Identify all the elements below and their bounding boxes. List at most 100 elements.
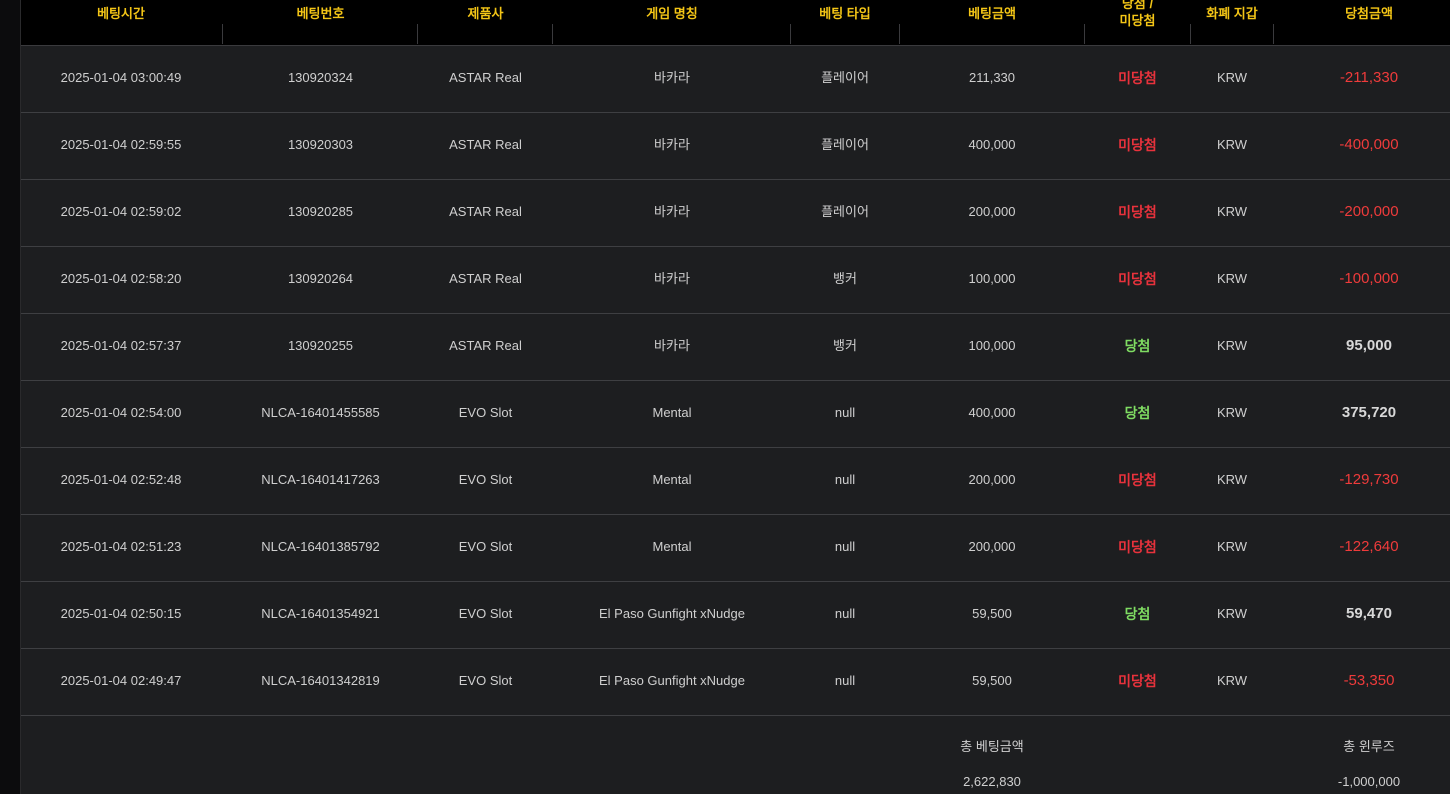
cell-result: 미당첨 <box>1118 271 1157 287</box>
cell-bet-type: 플레이어 <box>821 70 869 85</box>
cell-game-name: Mental <box>652 539 692 554</box>
header-bet-time[interactable]: 베팅시간 <box>21 0 221 45</box>
cell-game-name: 바카라 <box>654 204 690 219</box>
table-header: 베팅시간 베팅번호 제품사 게임 명칭 베팅 타입 베팅금액 당첨 / 미당첨 <box>21 0 1450 46</box>
cell-result: 미당첨 <box>1118 673 1157 689</box>
header-result-label: 당첨 / 미당첨 <box>1085 0 1190 29</box>
header-bet-no[interactable]: 베팅번호 <box>223 0 418 45</box>
cell-bet-type: null <box>834 673 856 688</box>
cell-result: 당첨 <box>1124 338 1151 354</box>
cell-bet-amount: 211,330 <box>968 70 1016 85</box>
cell-game-name: 바카라 <box>654 70 690 85</box>
header-bet-time-label: 베팅시간 <box>97 6 145 21</box>
cell-bet-time: 2025-01-04 02:54:00 <box>60 405 182 420</box>
header-bet-type-label: 베팅 타입 <box>819 6 871 21</box>
cell-bet-no: 130920264 <box>287 271 354 286</box>
cell-result: 당첨 <box>1124 606 1151 622</box>
header-win-amount-label: 당첨금액 <box>1345 6 1393 21</box>
cell-bet-type: 플레이어 <box>821 204 869 219</box>
header-vendor[interactable]: 제품사 <box>418 0 553 45</box>
cell-game-name: El Paso Gunfight xNudge <box>599 673 745 688</box>
cell-bet-amount: 200,000 <box>968 539 1016 554</box>
cell-vendor: ASTAR Real <box>449 271 522 286</box>
total-winloss-label: 총 윈루즈 <box>1343 739 1395 754</box>
header-result-line1: 당첨 / <box>1121 0 1154 11</box>
cell-vendor: ASTAR Real <box>449 137 522 152</box>
cell-vendor: EVO Slot <box>458 405 513 420</box>
header-bet-no-label: 베팅번호 <box>296 6 345 21</box>
cell-bet-no: 130920324 <box>287 70 354 85</box>
cell-vendor: ASTAR Real <box>449 204 522 219</box>
cell-bet-no: 130920255 <box>287 338 354 353</box>
cell-bet-time: 2025-01-04 03:00:49 <box>60 70 182 85</box>
cell-bet-no: NLCA-16401455585 <box>261 405 380 420</box>
cell-bet-time: 2025-01-04 02:51:23 <box>60 539 182 554</box>
cell-win-amount: 95,000 <box>1346 337 1392 354</box>
cell-currency: KRW <box>1216 338 1248 353</box>
cell-currency: KRW <box>1216 606 1248 621</box>
cell-bet-amount: 100,000 <box>968 271 1016 286</box>
cell-bet-no: 130920303 <box>287 137 354 152</box>
cell-bet-no: NLCA-16401417263 <box>261 472 380 487</box>
cell-vendor: EVO Slot <box>458 606 513 621</box>
table-row[interactable]: 2025-01-04 02:58:20 130920264 ASTAR Real 바카… <box>21 247 1450 314</box>
cell-vendor: EVO Slot <box>458 539 513 554</box>
cell-game-name: Mental <box>652 472 692 487</box>
cell-bet-type: 뱅커 <box>833 338 857 353</box>
table-row[interactable]: 2025-01-04 02:54:00 NLCA-16401455585 EVO S… <box>21 381 1450 448</box>
cell-bet-time: 2025-01-04 02:50:15 <box>60 606 182 621</box>
header-bet-amount[interactable]: 베팅금액 <box>900 0 1084 45</box>
cell-win-amount: -129,730 <box>1339 471 1399 488</box>
table-row[interactable]: 2025-01-04 02:59:02 130920285 ASTAR Real 바카… <box>21 180 1450 247</box>
cell-win-amount: -400,000 <box>1339 136 1399 153</box>
cell-bet-amount: 400,000 <box>968 405 1016 420</box>
cell-bet-type: 플레이어 <box>821 137 869 152</box>
table-row[interactable]: 2025-01-04 02:57:37 130920255 ASTAR Real 바카… <box>21 314 1450 381</box>
cell-win-amount: 59,470 <box>1346 605 1392 622</box>
cell-result: 미당첨 <box>1118 137 1157 153</box>
header-currency[interactable]: 화폐 지갑 <box>1191 0 1273 45</box>
cell-bet-no: NLCA-16401385792 <box>261 539 380 554</box>
cell-currency: KRW <box>1216 137 1248 152</box>
table-body: 2025-01-04 03:00:49 130920324 ASTAR Real 바카… <box>21 46 1450 716</box>
cell-bet-type: null <box>834 539 856 554</box>
total-winloss-value: -1,000,000 <box>1337 774 1401 789</box>
cell-bet-amount: 400,000 <box>968 137 1016 152</box>
cell-bet-amount: 100,000 <box>968 338 1016 353</box>
total-bet-value: 2,622,830 <box>963 774 1021 789</box>
header-win-amount[interactable]: 당첨금액 <box>1274 0 1450 45</box>
header-currency-label: 화폐 지갑 <box>1206 6 1258 21</box>
cell-bet-no: NLCA-16401342819 <box>261 673 380 688</box>
table-row[interactable]: 2025-01-04 03:00:49 130920324 ASTAR Real 바카… <box>21 46 1450 113</box>
table-row[interactable]: 2025-01-04 02:49:47 NLCA-16401342819 EVO S… <box>21 649 1450 716</box>
cell-currency: KRW <box>1216 204 1248 219</box>
header-result[interactable]: 당첨 / 미당첨 <box>1085 0 1190 45</box>
cell-vendor: ASTAR Real <box>449 70 522 85</box>
cell-bet-type: null <box>834 405 856 420</box>
cell-win-amount: 375,720 <box>1341 404 1397 421</box>
cell-bet-time: 2025-01-04 02:52:48 <box>60 472 182 487</box>
cell-bet-time: 2025-01-04 02:59:55 <box>60 137 182 152</box>
header-vendor-label: 제품사 <box>467 6 504 21</box>
cell-bet-time: 2025-01-04 02:49:47 <box>60 673 182 688</box>
cell-currency: KRW <box>1216 70 1248 85</box>
cell-bet-amount: 59,500 <box>972 606 1012 621</box>
header-game-name[interactable]: 게임 명칭 <box>553 0 791 45</box>
cell-bet-type: 뱅커 <box>833 271 857 286</box>
cell-bet-no: 130920285 <box>287 204 354 219</box>
cell-result: 당첨 <box>1124 405 1151 421</box>
table-row[interactable]: 2025-01-04 02:51:23 NLCA-16401385792 EVO S… <box>21 515 1450 582</box>
cell-game-name: 바카라 <box>654 137 690 152</box>
table-row[interactable]: 2025-01-04 02:50:15 NLCA-16401354921 EVO S… <box>21 582 1450 649</box>
header-bet-type[interactable]: 베팅 타입 <box>791 0 899 45</box>
left-edge-strip <box>0 0 21 794</box>
bet-history-panel: 베팅시간 베팅번호 제품사 게임 명칭 베팅 타입 베팅금액 당첨 / 미당첨 <box>21 0 1450 794</box>
cell-currency: KRW <box>1216 539 1248 554</box>
table-row[interactable]: 2025-01-04 02:59:55 130920303 ASTAR Real 바카… <box>21 113 1450 180</box>
header-bet-amount-label: 베팅금액 <box>968 6 1016 21</box>
summary-section: 총 베팅금액 2,622,830 총 윈루즈 -1,000,000 <box>21 716 1450 794</box>
cell-game-name: 바카라 <box>654 338 690 353</box>
cell-result: 미당첨 <box>1118 204 1157 220</box>
cell-vendor: EVO Slot <box>458 673 513 688</box>
table-row[interactable]: 2025-01-04 02:52:48 NLCA-16401417263 EVO S… <box>21 448 1450 515</box>
